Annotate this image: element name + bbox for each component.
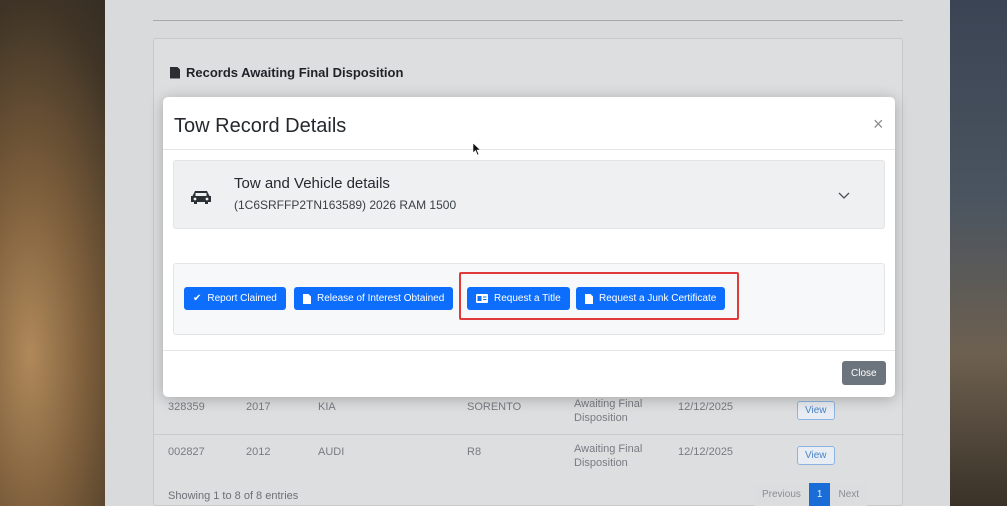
request-junk-certificate-button[interactable]: Request a Junk Certificate: [576, 287, 726, 310]
id-card-icon: [476, 294, 488, 303]
request-junk-certificate-label: Request a Junk Certificate: [599, 293, 717, 304]
close-button[interactable]: Close: [842, 361, 886, 385]
action-button-panel: ✔ Report Claimed Release of Interest Obt…: [173, 263, 885, 335]
tow-record-modal: Tow Record Details × Tow and Vehicle det…: [163, 97, 895, 397]
release-of-interest-label: Release of Interest Obtained: [317, 293, 445, 304]
accordion-subtitle: (1C6SRFFP2TN163589) 2026 RAM 1500: [234, 198, 457, 212]
car-icon: [191, 191, 211, 204]
check-icon: ✔: [193, 293, 202, 304]
vehicle-details-accordion[interactable]: Tow and Vehicle details (1C6SRFFP2TN1635…: [173, 160, 885, 229]
request-title-label: Request a Title: [494, 293, 561, 304]
modal-footer-divider: [163, 350, 895, 351]
document-icon: [303, 293, 311, 304]
release-of-interest-button[interactable]: Release of Interest Obtained: [294, 287, 454, 310]
chevron-down-icon: [838, 192, 850, 199]
report-claimed-label: Report Claimed: [207, 293, 277, 304]
mouse-cursor-icon: [473, 143, 482, 156]
modal-header-divider: [163, 149, 895, 150]
report-claimed-button[interactable]: ✔ Report Claimed: [184, 287, 286, 310]
modal-title: Tow Record Details: [174, 115, 347, 137]
accordion-title: Tow and Vehicle details: [234, 175, 390, 192]
request-title-button[interactable]: Request a Title: [467, 287, 570, 310]
document-icon: [585, 293, 593, 304]
modal-close-icon[interactable]: ×: [873, 115, 884, 133]
